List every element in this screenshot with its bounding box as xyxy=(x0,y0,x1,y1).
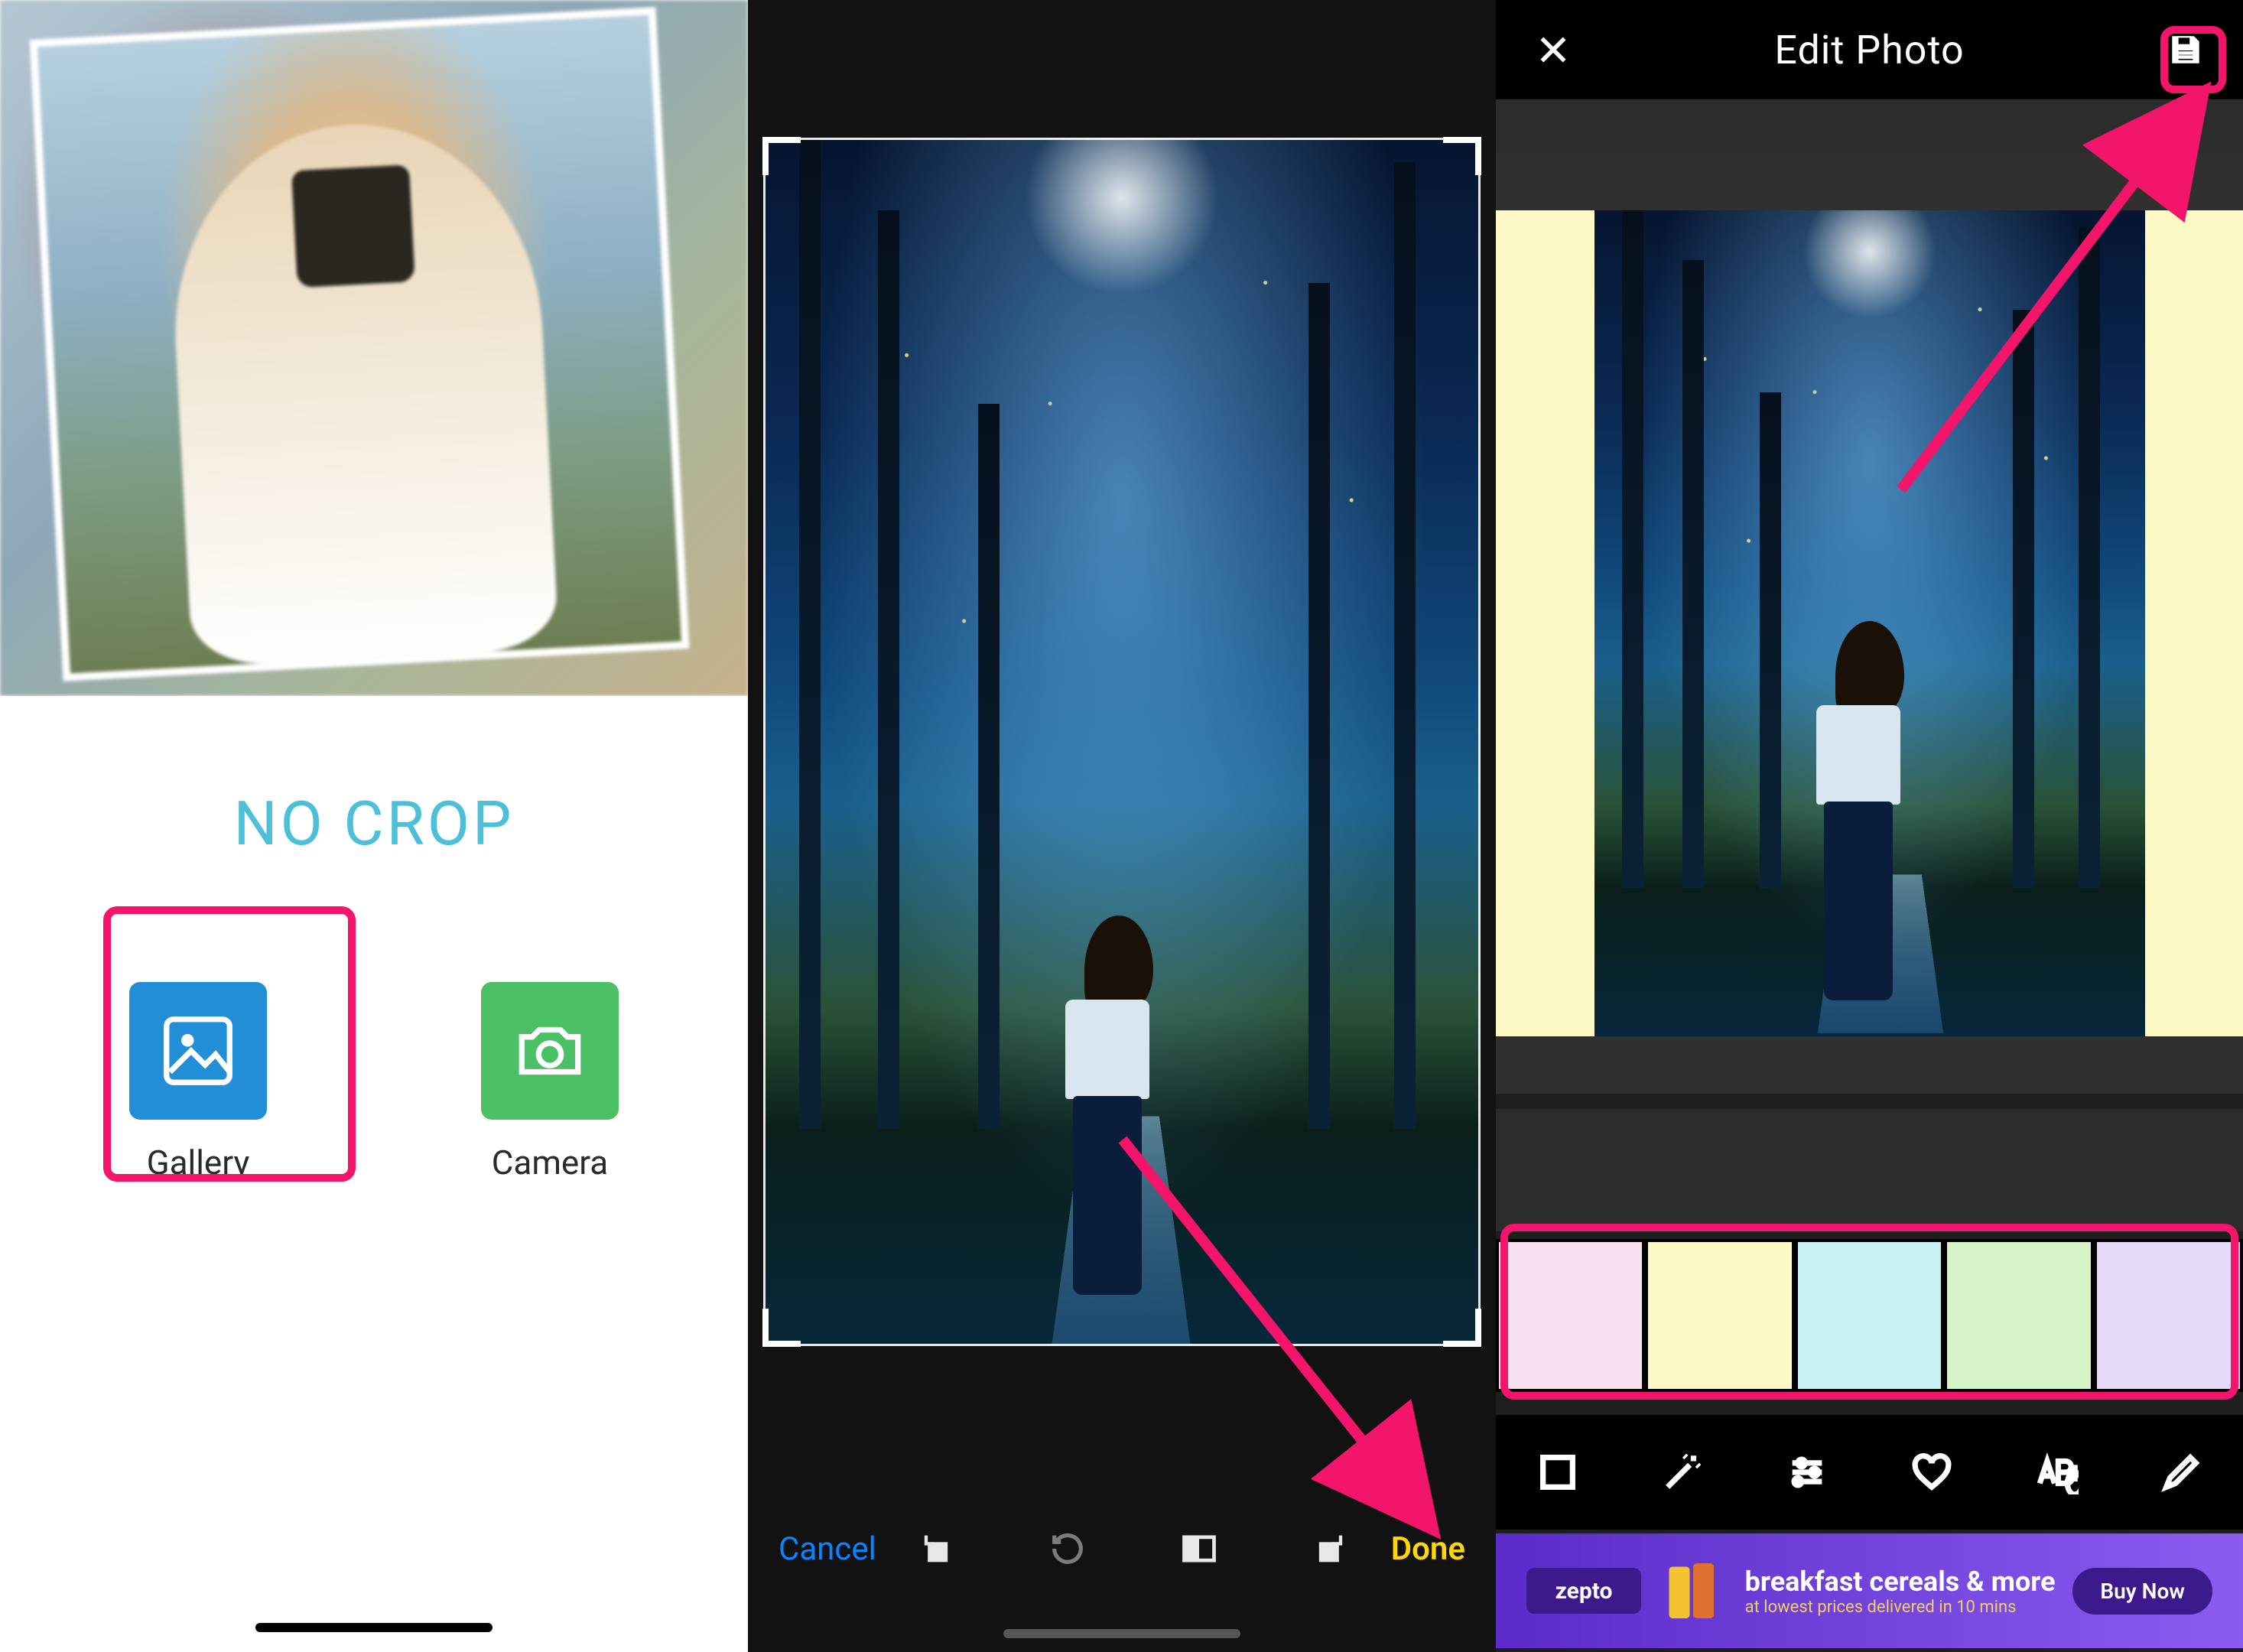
crop-toolbar: Cancel Done xyxy=(748,1507,1496,1591)
crop-handle-br[interactable] xyxy=(1443,1309,1481,1347)
ad-subline: at lowest prices delivered in 10 mins xyxy=(1745,1598,2056,1617)
ad-product-icon xyxy=(1659,1556,1728,1625)
rotate-right-button[interactable] xyxy=(1311,1529,1351,1569)
hero-image xyxy=(0,0,748,696)
app-title: NO CROP xyxy=(0,788,748,860)
ad-brand-logo: zepto xyxy=(1526,1568,1641,1614)
cancel-button[interactable]: Cancel xyxy=(779,1530,876,1568)
hero-frame xyxy=(30,7,690,681)
home-indicator[interactable] xyxy=(1003,1629,1240,1638)
canvas-background xyxy=(1496,210,2243,1036)
crop-handle-tl[interactable] xyxy=(762,137,801,175)
tool-draw-pen[interactable] xyxy=(2159,1450,2203,1494)
edit-header: Edit Photo xyxy=(1496,0,2243,99)
camera-button[interactable]: Camera xyxy=(443,951,657,1205)
crop-frame[interactable] xyxy=(763,138,1481,1346)
camera-icon xyxy=(481,982,619,1120)
rotate-left-button[interactable] xyxy=(916,1529,956,1569)
crop-handle-bl[interactable] xyxy=(762,1309,801,1347)
edit-spacer xyxy=(1496,1109,2243,1231)
aspect-ratio-button[interactable] xyxy=(1179,1529,1219,1569)
annotation-highlight-save xyxy=(2160,26,2226,93)
annotation-highlight-gallery xyxy=(103,906,356,1182)
edit-title: Edit Photo xyxy=(1774,27,1964,73)
panel-crop: Cancel Done xyxy=(748,0,1496,1652)
ad-text-block: breakfast cereals & more at lowest price… xyxy=(1745,1566,2056,1617)
done-button[interactable]: Done xyxy=(1391,1530,1465,1568)
tool-frame[interactable] xyxy=(1536,1450,1580,1494)
close-button[interactable] xyxy=(1534,31,1572,69)
reset-button[interactable] xyxy=(1048,1529,1087,1569)
tool-favorite-heart[interactable] xyxy=(1910,1450,1954,1494)
panel-edit: Edit Photo zepto breakfast cereals & mor… xyxy=(1496,0,2243,1652)
annotation-highlight-swatches xyxy=(1500,1224,2238,1400)
ad-banner[interactable]: zepto breakfast cereals & more at lowest… xyxy=(1496,1533,2243,1648)
tool-magic-wand[interactable] xyxy=(1660,1450,1705,1494)
ad-headline: breakfast cereals & more xyxy=(1745,1566,2056,1598)
edit-subheader xyxy=(1496,99,2243,153)
crop-handle-tr[interactable] xyxy=(1443,137,1481,175)
ad-cta-button[interactable]: Buy Now xyxy=(2072,1568,2212,1615)
canvas-image xyxy=(1594,210,2145,1036)
edit-tool-bar xyxy=(1496,1415,2243,1530)
edit-canvas[interactable] xyxy=(1496,153,2243,1094)
tool-adjust-sliders[interactable] xyxy=(1785,1450,1829,1494)
home-indicator[interactable] xyxy=(255,1623,492,1632)
camera-label: Camera xyxy=(492,1143,608,1182)
crop-stage[interactable] xyxy=(763,138,1481,1346)
tool-text[interactable] xyxy=(2034,1450,2079,1494)
panel-app-home: NO CROP Gallery Camera xyxy=(0,0,748,1652)
